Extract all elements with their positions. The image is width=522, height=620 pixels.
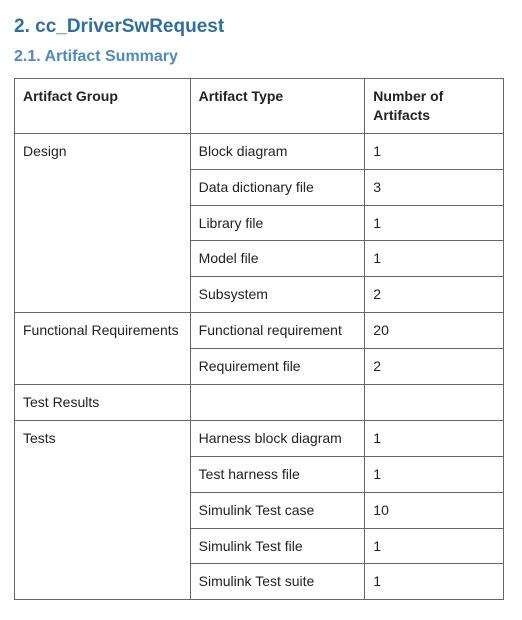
count-cell: 2 — [365, 277, 504, 313]
group-cell-functional-requirements: Functional Requirements — [15, 313, 191, 385]
group-cell-design: Design — [15, 133, 191, 312]
count-cell: 20 — [365, 313, 504, 349]
page-container: 2. cc_DriverSwRequest 2.1. Artifact Summ… — [0, 0, 522, 620]
count-cell: 1 — [365, 205, 504, 241]
count-cell: 3 — [365, 169, 504, 205]
type-cell: Model file — [190, 241, 365, 277]
artifact-summary-table: Artifact Group Artifact Type Number of A… — [14, 78, 504, 600]
type-cell — [190, 385, 365, 421]
type-cell: Subsystem — [190, 277, 365, 313]
group-cell-test-results: Test Results — [15, 385, 191, 421]
count-cell: 1 — [365, 420, 504, 456]
table-row: Tests Harness block diagram 1 — [15, 420, 504, 456]
col-header-count: Number of Artifacts — [365, 79, 504, 134]
count-cell: 1 — [365, 133, 504, 169]
type-cell: Test harness file — [190, 456, 365, 492]
type-cell: Block diagram — [190, 133, 365, 169]
type-cell: Simulink Test case — [190, 492, 365, 528]
count-cell: 1 — [365, 564, 504, 600]
type-cell: Functional requirement — [190, 313, 365, 349]
group-cell-tests: Tests — [15, 420, 191, 599]
type-cell: Library file — [190, 205, 365, 241]
count-cell: 1 — [365, 456, 504, 492]
type-cell: Simulink Test suite — [190, 564, 365, 600]
type-cell: Requirement file — [190, 349, 365, 385]
count-cell — [365, 385, 504, 421]
section-heading: 2. cc_DriverSwRequest — [14, 16, 508, 38]
count-cell: 1 — [365, 241, 504, 277]
table-header-row: Artifact Group Artifact Type Number of A… — [15, 79, 504, 134]
col-header-group: Artifact Group — [15, 79, 191, 134]
table-row: Design Block diagram 1 — [15, 133, 504, 169]
table-row: Functional Requirements Functional requi… — [15, 313, 504, 349]
col-header-type: Artifact Type — [190, 79, 365, 134]
count-cell: 2 — [365, 349, 504, 385]
type-cell: Harness block diagram — [190, 420, 365, 456]
type-cell: Simulink Test file — [190, 528, 365, 564]
type-cell: Data dictionary file — [190, 169, 365, 205]
count-cell: 1 — [365, 528, 504, 564]
table-row: Test Results — [15, 385, 504, 421]
subsection-heading: 2.1. Artifact Summary — [14, 48, 508, 66]
count-cell: 10 — [365, 492, 504, 528]
